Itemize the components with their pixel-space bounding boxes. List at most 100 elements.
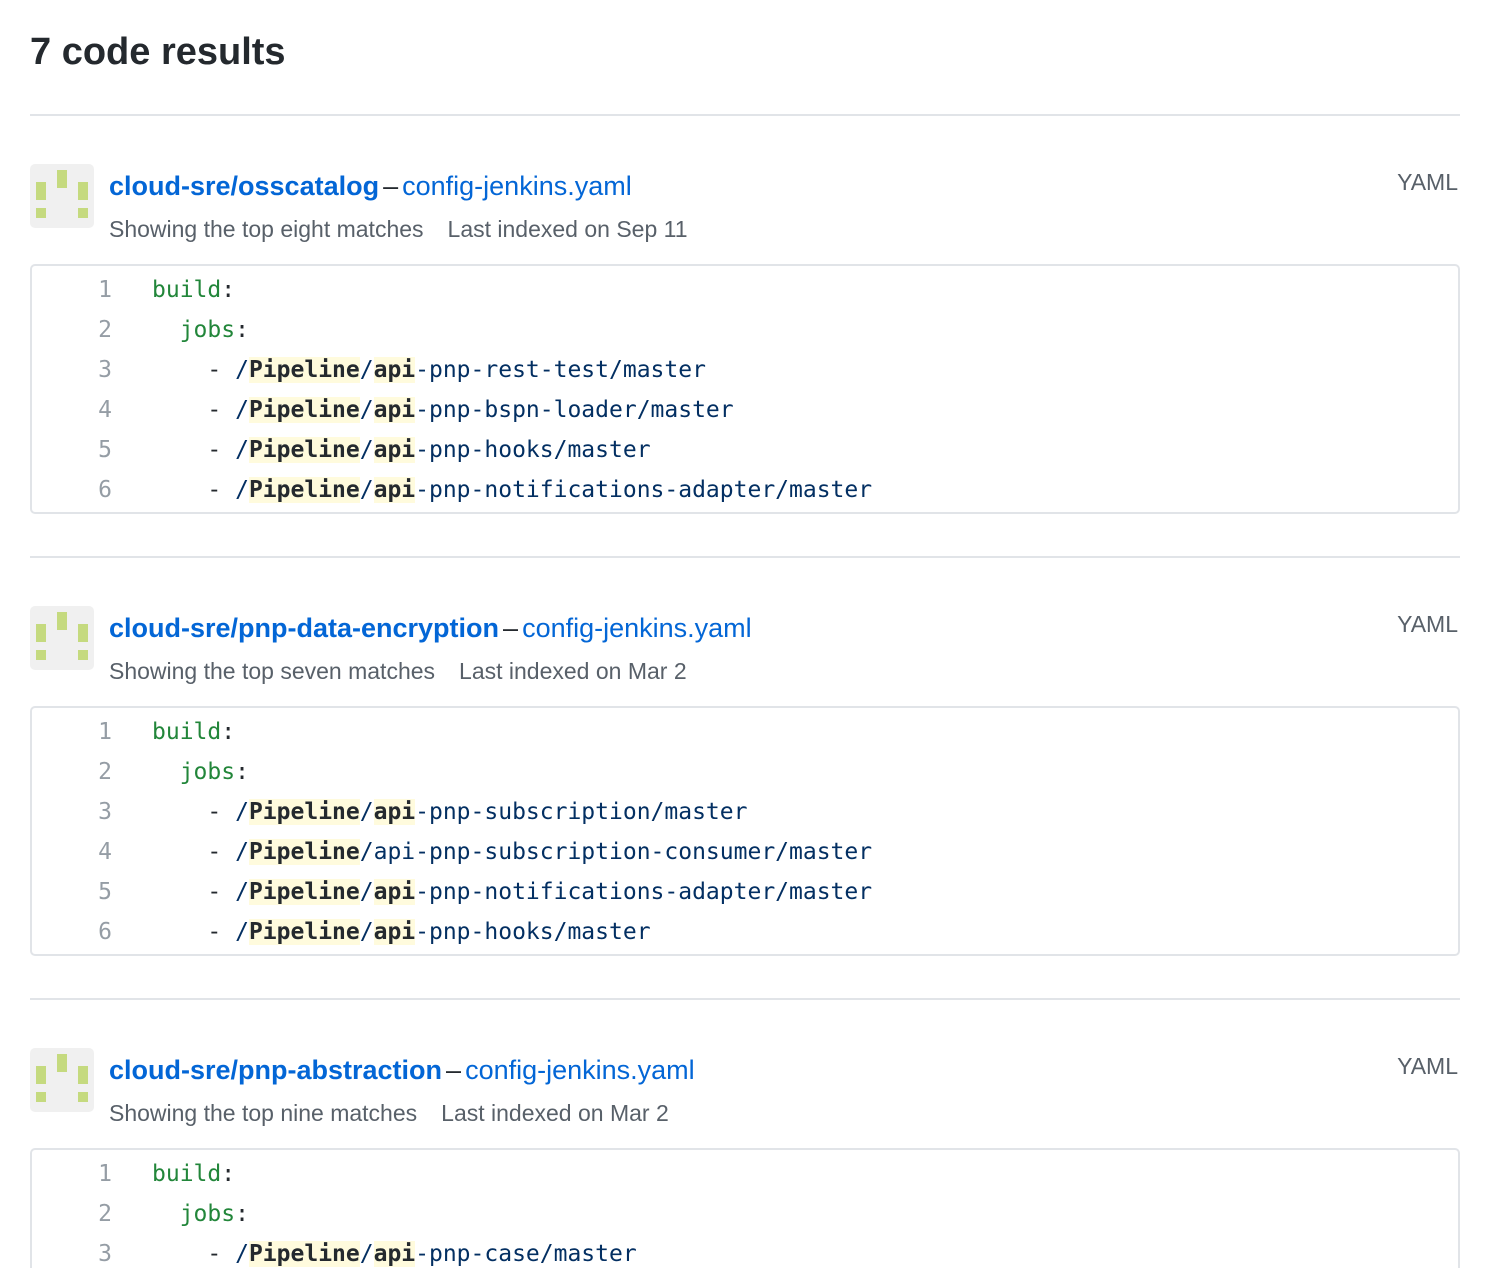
- code-snippet[interactable]: 1 build: 2 jobs: 3 - /Pipeline/api-pnp-rest…: [30, 264, 1460, 514]
- line-number[interactable]: 5: [32, 872, 112, 912]
- list-dash: -: [152, 839, 236, 865]
- line-number[interactable]: 2: [32, 752, 112, 792]
- path-slash: /: [235, 437, 249, 463]
- code-line: 4 - /Pipeline/api-pnp-subscription-consu…: [32, 832, 1458, 872]
- code-snippet[interactable]: 1 build: 2 jobs: 3 - /Pipeline/api-pnp-subs…: [30, 706, 1460, 956]
- path-slash: /: [235, 879, 249, 905]
- yaml-colon: :: [235, 1201, 249, 1227]
- line-number[interactable]: 1: [32, 270, 112, 310]
- code-line: 1 build:: [32, 270, 1458, 310]
- code-content: jobs:: [152, 1194, 249, 1234]
- yaml-colon: :: [221, 719, 236, 745]
- repo-link[interactable]: cloud-sre/osscatalog: [109, 171, 379, 201]
- line-number[interactable]: 5: [32, 430, 112, 470]
- match-highlight: api: [373, 477, 416, 503]
- code-content: build:: [152, 712, 235, 752]
- path-rest: -pnp-subscription/master: [415, 799, 748, 825]
- match-highlight: Pipeline: [248, 1241, 360, 1267]
- match-highlight: api: [373, 397, 416, 423]
- code-line: 5 - /Pipeline/api-pnp-notifications-adap…: [32, 872, 1458, 912]
- path-slash: /: [359, 1241, 374, 1267]
- title-separator: –: [446, 1055, 462, 1085]
- match-highlight: api: [373, 1241, 416, 1267]
- match-highlight: api: [373, 919, 416, 945]
- last-indexed-text: Last indexed on Mar 2: [441, 1100, 669, 1126]
- code-line: 2 jobs:: [32, 752, 1458, 792]
- code-line: 6 - /Pipeline/api-pnp-hooks/master: [32, 912, 1458, 952]
- repo-avatar-identicon-icon[interactable]: [30, 1048, 94, 1112]
- path-rest: -pnp-rest-test/master: [415, 357, 706, 383]
- page-title: 7 code results: [30, 31, 286, 73]
- yaml-colon: :: [221, 277, 236, 303]
- line-number[interactable]: 6: [32, 912, 112, 952]
- result-meta: Showing the top seven matches Last indexe…: [109, 654, 687, 688]
- line-number[interactable]: 3: [32, 1234, 112, 1268]
- list-dash: -: [152, 879, 236, 905]
- result-title: cloud-sre/osscatalog – config-jenkins.yaml: [109, 166, 632, 206]
- line-number[interactable]: 2: [32, 1194, 112, 1234]
- file-link[interactable]: config-jenkins.yaml: [402, 171, 632, 201]
- code-snippet[interactable]: 1 build: 2 jobs: 3 - /Pipeline/api-pnp-case…: [30, 1148, 1460, 1268]
- match-highlight: Pipeline: [248, 919, 360, 945]
- match-highlight: Pipeline: [248, 357, 360, 383]
- path-slash: /: [235, 477, 249, 503]
- line-number[interactable]: 3: [32, 792, 112, 832]
- path-rest: -pnp-case/master: [415, 1241, 637, 1267]
- path-rest: -pnp-hooks/master: [415, 437, 651, 463]
- path-slash: /: [359, 839, 374, 865]
- code-line: 5 - /Pipeline/api-pnp-hooks/master: [32, 430, 1458, 470]
- yaml-key: jobs: [179, 759, 236, 785]
- path-slash: /: [359, 357, 374, 383]
- line-number[interactable]: 4: [32, 832, 112, 872]
- list-dash: -: [152, 477, 236, 503]
- code-line: 1 build:: [32, 1154, 1458, 1194]
- code-line: 3 - /Pipeline/api-pnp-rest-test/master: [32, 350, 1458, 390]
- path-slash: /: [359, 397, 374, 423]
- repo-link[interactable]: cloud-sre/pnp-abstraction: [109, 1055, 442, 1085]
- code-content: jobs:: [152, 310, 249, 350]
- line-number[interactable]: 1: [32, 1154, 112, 1194]
- line-number[interactable]: 4: [32, 390, 112, 430]
- line-number[interactable]: 2: [32, 310, 112, 350]
- code-content: - /Pipeline/api-pnp-case/master: [152, 1234, 637, 1268]
- path-slash: /: [235, 357, 249, 383]
- divider: [30, 998, 1460, 1000]
- path-slash: /: [359, 437, 374, 463]
- match-highlight: api: [373, 437, 416, 463]
- match-highlight: Pipeline: [248, 437, 360, 463]
- result-meta: Showing the top eight matches Last indexe…: [109, 212, 688, 246]
- repo-link[interactable]: cloud-sre/pnp-data-encryption: [109, 613, 499, 643]
- code-search-results: 7 code results cloud-sre/osscatalog – conf…: [0, 0, 1504, 1268]
- code-content: - /Pipeline/api-pnp-notifications-adapte…: [152, 470, 872, 510]
- result-title: cloud-sre/pnp-data-encryption – config-jen…: [109, 608, 752, 648]
- path-slash: /: [235, 799, 249, 825]
- code-content: jobs:: [152, 752, 249, 792]
- path-slash: /: [235, 839, 249, 865]
- title-separator: –: [383, 171, 399, 201]
- repo-avatar-identicon-icon[interactable]: [30, 606, 94, 670]
- language-label: YAML: [1397, 1053, 1458, 1079]
- file-link[interactable]: config-jenkins.yaml: [465, 1055, 695, 1085]
- file-link[interactable]: config-jenkins.yaml: [522, 613, 752, 643]
- repo-avatar-identicon-icon[interactable]: [30, 164, 94, 228]
- list-dash: -: [152, 1241, 236, 1267]
- title-separator: –: [503, 613, 519, 643]
- path-slash: /: [235, 397, 249, 423]
- path-rest: -pnp-notifications-adapter/master: [415, 879, 873, 905]
- yaml-colon: :: [235, 759, 249, 785]
- code-content: - /Pipeline/api-pnp-subscription-consume…: [152, 832, 872, 872]
- line-number[interactable]: 6: [32, 470, 112, 510]
- code-line: 3 - /Pipeline/api-pnp-subscription/maste…: [32, 792, 1458, 832]
- line-number[interactable]: 1: [32, 712, 112, 752]
- path-rest: -pnp-bspn-loader/master: [415, 397, 734, 423]
- match-highlight: Pipeline: [248, 397, 360, 423]
- last-indexed-text: Last indexed on Mar 2: [459, 658, 687, 684]
- path-slash: /: [359, 477, 374, 503]
- match-highlight: api: [373, 357, 416, 383]
- code-content: - /Pipeline/api-pnp-hooks/master: [152, 912, 651, 952]
- language-label: YAML: [1397, 611, 1458, 637]
- line-number[interactable]: 3: [32, 350, 112, 390]
- code-content: - /Pipeline/api-pnp-rest-test/master: [152, 350, 706, 390]
